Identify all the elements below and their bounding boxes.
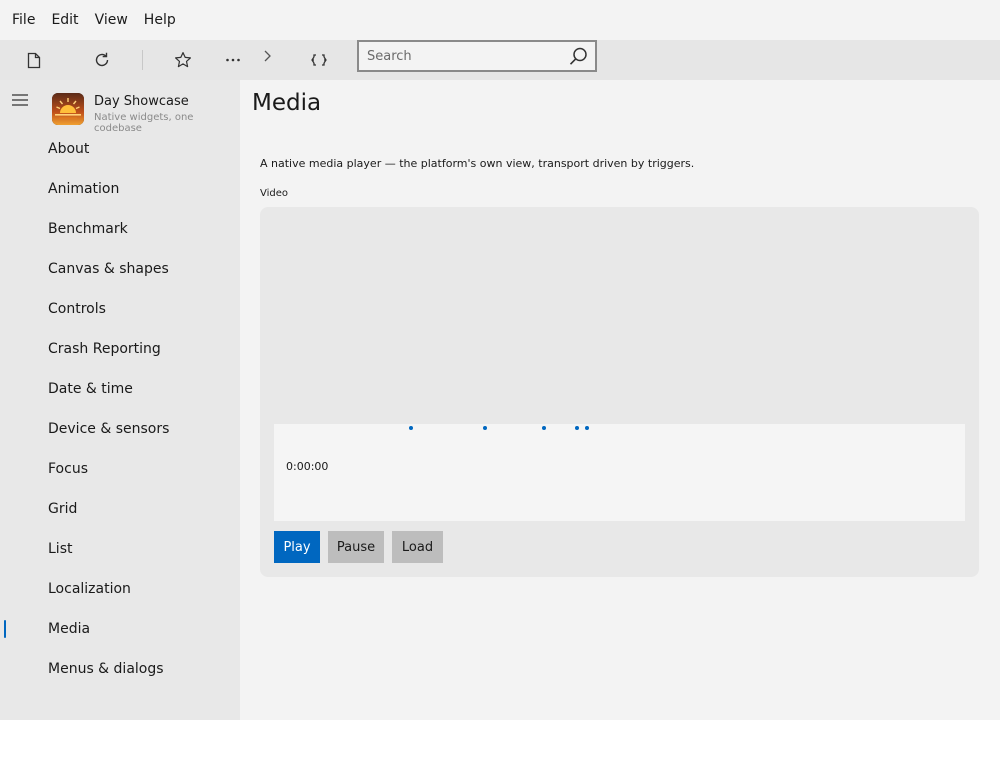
favorite-button[interactable]	[169, 48, 197, 72]
sidebar-item-media[interactable]: Media	[0, 609, 240, 649]
pause-button[interactable]: Pause	[328, 531, 384, 563]
video-label: Video	[260, 188, 289, 199]
sidebar-item-animation[interactable]: Animation	[0, 169, 240, 209]
loading-dot	[575, 426, 579, 430]
selection-indicator	[4, 620, 6, 638]
refresh-icon	[95, 52, 109, 67]
play-button[interactable]: Play	[274, 531, 320, 563]
sidebar-item-benchmark[interactable]: Benchmark	[0, 209, 240, 249]
search-input[interactable]	[367, 42, 557, 70]
loading-dot	[585, 426, 589, 430]
star-icon	[175, 52, 191, 68]
main-content: Media A native media player — the platfo…	[240, 80, 1000, 720]
sidebar-item-label: Media	[48, 621, 91, 637]
new-file-icon	[27, 52, 41, 68]
loading-dot	[542, 426, 546, 430]
menu-help[interactable]: Help	[136, 0, 184, 40]
sidebar-item-list[interactable]: List	[0, 529, 240, 569]
chevron-button[interactable]	[253, 44, 281, 68]
toolbar-separator	[142, 50, 143, 70]
chevron-right-icon	[264, 50, 271, 62]
toolbar	[0, 40, 1000, 80]
more-button[interactable]	[219, 48, 247, 72]
refresh-button[interactable]	[88, 48, 116, 72]
menu-file[interactable]: File	[4, 0, 43, 40]
app-logo	[52, 93, 84, 125]
menu-edit[interactable]: Edit	[43, 0, 86, 40]
sidebar-item-about[interactable]: About	[0, 129, 240, 169]
load-button[interactable]: Load	[392, 531, 443, 563]
hamburger-icon	[12, 94, 28, 106]
sidebar: Day Showcase Native widgets, one codebas…	[0, 80, 240, 720]
search-box	[357, 40, 597, 72]
sidebar-item-grid[interactable]: Grid	[0, 489, 240, 529]
sidebar-item-device-sensors[interactable]: Device & sensors	[0, 409, 240, 449]
sidebar-item-localization[interactable]: Localization	[0, 569, 240, 609]
search-icon	[569, 47, 587, 65]
sidebar-item-canvas-shapes[interactable]: Canvas & shapes	[0, 249, 240, 289]
sidebar-item-menus-dialogs[interactable]: Menus & dialogs	[0, 649, 240, 689]
hamburger-button[interactable]	[8, 90, 32, 110]
loading-dot	[409, 426, 413, 430]
loading-dot	[483, 426, 487, 430]
menu-bar: File Edit View Help	[0, 0, 1000, 40]
more-icon	[226, 58, 240, 62]
sidebar-item-date-time[interactable]: Date & time	[0, 369, 240, 409]
sidebar-item-controls[interactable]: Controls	[0, 289, 240, 329]
page-title: Media	[252, 90, 322, 116]
app-window: File Edit View Help Search Day Showcase …	[0, 0, 1000, 720]
time-readout: 0:00:00	[286, 460, 329, 473]
sidebar-item-crash-reporting[interactable]: Crash Reporting	[0, 329, 240, 369]
media-player-view[interactable]: 0:00:00	[274, 424, 965, 521]
page-description: A native media player — the platform's o…	[260, 157, 695, 170]
menu-view[interactable]: View	[87, 0, 136, 40]
fullscreen-icon	[311, 54, 327, 66]
fullscreen-button[interactable]	[305, 48, 333, 72]
app-title: Day Showcase	[94, 94, 189, 109]
sidebar-item-focus[interactable]: Focus	[0, 449, 240, 489]
search-button[interactable]	[567, 45, 589, 67]
media-card: 0:00:00 Play Pause Load	[260, 207, 979, 577]
new-file-button[interactable]	[20, 48, 48, 72]
